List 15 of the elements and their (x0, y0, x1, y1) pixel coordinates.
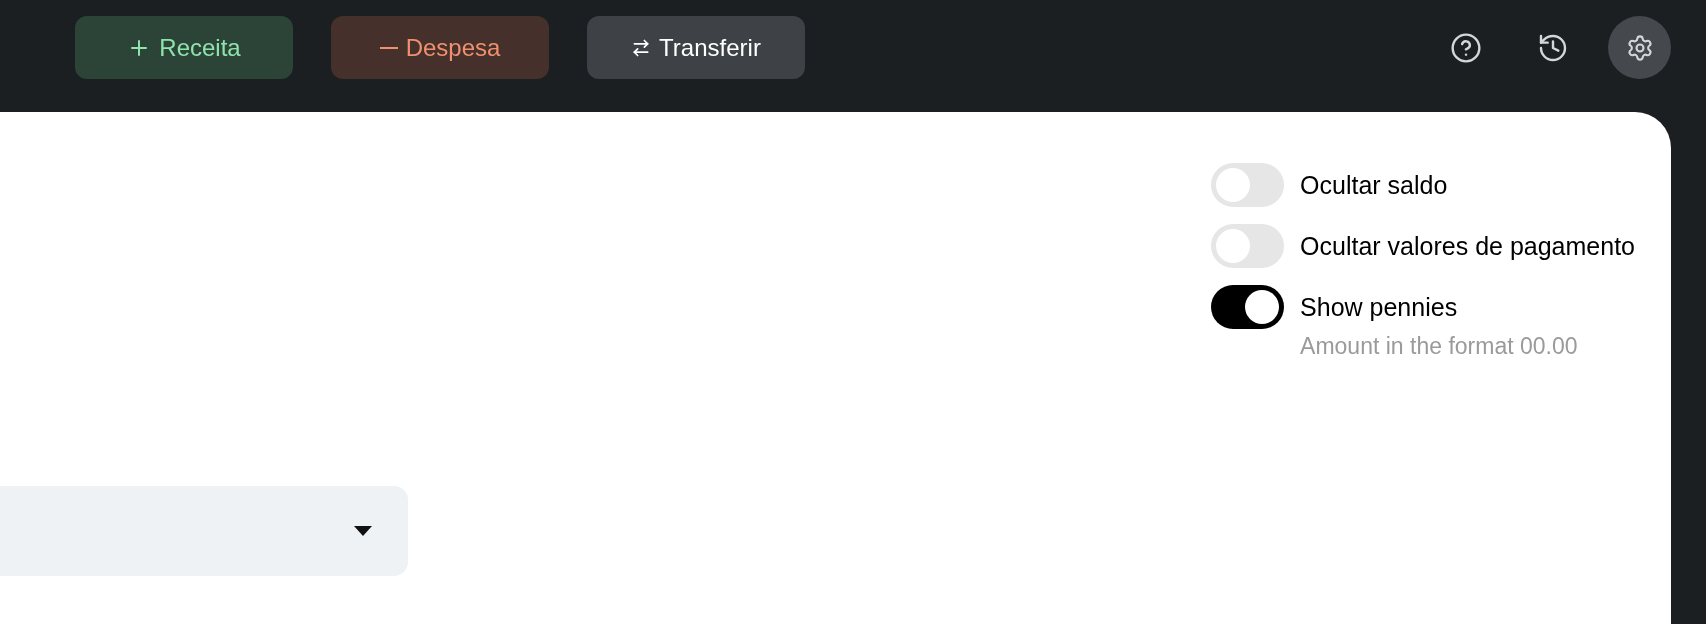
action-button[interactable]: Despesa (331, 16, 549, 79)
setting-label: Ocultar valores de pagamento (1300, 232, 1635, 260)
setting-label: Ocultar saldo (1300, 171, 1448, 199)
toggle-switch[interactable] (1211, 224, 1285, 268)
action-button[interactable]: Transferir (587, 16, 805, 79)
setting-description: Amount in the format 00.00 (1300, 333, 1578, 359)
setting-label: Show pennies (1300, 293, 1459, 321)
dropdown-field[interactable] (0, 486, 408, 576)
toggle-switch[interactable] (1211, 285, 1285, 329)
minus-icon (379, 46, 398, 49)
toggle-switch[interactable] (1211, 163, 1285, 207)
caret-icon (354, 526, 372, 536)
help-icon (1449, 31, 1482, 64)
settings-icon (1625, 33, 1654, 62)
action-button[interactable]: Receita (75, 16, 293, 79)
